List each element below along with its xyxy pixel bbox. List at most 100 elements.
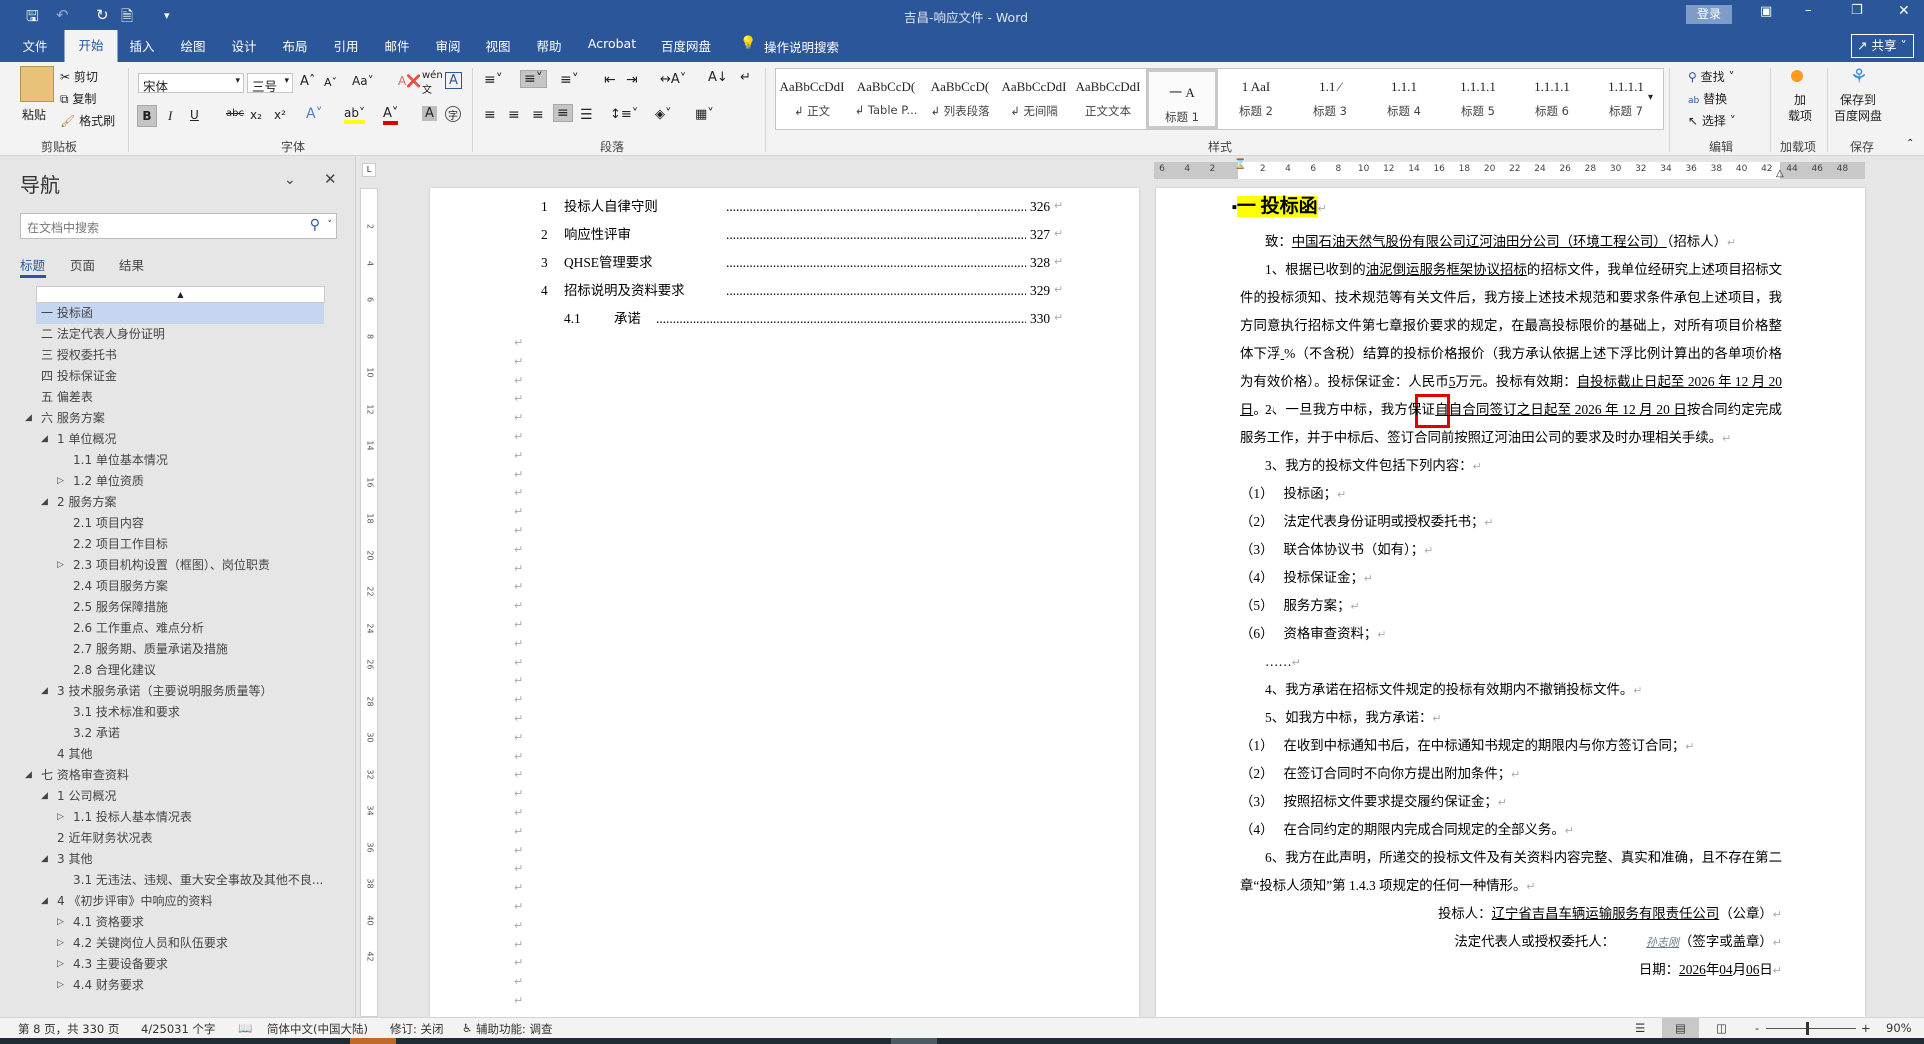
tab-7[interactable]: 邮件 bbox=[384, 36, 409, 55]
justify-icon[interactable]: ≡ bbox=[553, 104, 573, 122]
nav-heading-item[interactable]: 2.4 项目服务方案 bbox=[36, 576, 324, 597]
style-item[interactable]: 1.1.1.1 标题 6 bbox=[1516, 69, 1588, 129]
nav-heading-item[interactable]: 3.1 无违法、违规、重大安全事故及其他不良... bbox=[36, 870, 324, 891]
doc-paragraph[interactable]: 6、我方在此声明，所递交的投标文件及有关资料内容完整、真实和准确，且不存在第二章… bbox=[1240, 844, 1782, 901]
doc-paragraph[interactable]: （1） 在收到中标通知书后，在中标通知书规定的期限内与你方签订合同； bbox=[1240, 732, 1782, 761]
align-left-icon[interactable]: ≡ bbox=[484, 107, 496, 123]
doc-paragraph[interactable]: （6） 资格审查资料； bbox=[1240, 620, 1782, 649]
doc-paragraph[interactable]: （2） 法定代表身份证明或授权委托书； bbox=[1240, 508, 1782, 537]
tab-6[interactable]: 引用 bbox=[333, 36, 358, 55]
tab-11[interactable]: Acrobat bbox=[588, 36, 636, 51]
expanded-triangle-icon[interactable]: ◢ bbox=[25, 413, 32, 423]
font-color-icon[interactable]: A˅ bbox=[383, 106, 399, 125]
vertical-ruler[interactable]: 2 4 6 8 10 12 14 16 18 20 22 24 26 28 30 32 34 36 38 40 42 bbox=[360, 188, 378, 1017]
nav-heading-item[interactable]: 2.8 合理化建议 bbox=[36, 660, 324, 681]
toc-entry-title[interactable]: 招标说明及资料要求 bbox=[564, 281, 685, 301]
new-document-icon[interactable]: 🗎 bbox=[121, 6, 133, 31]
tab-1[interactable]: 开始 bbox=[64, 30, 118, 62]
word-count[interactable]: 4/25031 个字 bbox=[141, 1021, 215, 1037]
nav-heading-item[interactable]: 2.1 项目内容 bbox=[36, 513, 324, 534]
tab-10[interactable]: 帮助 bbox=[536, 36, 561, 55]
nav-heading-item[interactable]: 2.7 服务期、质量承诺及措施 bbox=[36, 639, 324, 660]
nav-heading-item[interactable]: 五 偏差表 bbox=[36, 387, 324, 408]
style-item[interactable]: AaBbCcDdI ↲ 正文 bbox=[776, 69, 848, 129]
login-button[interactable]: 登录 bbox=[1686, 5, 1732, 24]
zoom-in-button[interactable]: + bbox=[1861, 1021, 1871, 1035]
collapsed-triangle-icon[interactable]: ▷ bbox=[57, 938, 64, 948]
nav-heading-item[interactable]: 2.6 工作重点、难点分析 bbox=[36, 618, 324, 639]
text-effects-icon[interactable]: A˅ bbox=[306, 106, 323, 122]
change-case-icon[interactable]: Aa˅ bbox=[352, 74, 374, 88]
collapsed-triangle-icon[interactable]: ▷ bbox=[57, 980, 64, 990]
style-item[interactable]: 1 AaI 标题 2 bbox=[1220, 69, 1292, 129]
nav-heading-item[interactable]: 2 近年财务状况表 bbox=[36, 828, 324, 849]
tab-4[interactable]: 设计 bbox=[231, 36, 256, 55]
select-button[interactable]: ↖ 选择 ˅ bbox=[1688, 112, 1736, 129]
doc-paragraph[interactable]: （3） 联合体协议书（如有）； bbox=[1240, 536, 1782, 565]
expanded-triangle-icon[interactable]: ◢ bbox=[41, 434, 48, 444]
scroll-to-top-button[interactable]: ▲ bbox=[36, 286, 325, 303]
nav-heading-item[interactable]: 1 单位概况 bbox=[36, 429, 324, 450]
nav-heading-item[interactable]: 1 公司概况 bbox=[36, 786, 324, 807]
style-item[interactable]: AaBbCcDdI ↲ 无间隔 bbox=[998, 69, 1070, 129]
replace-button[interactable]: ab 替换 bbox=[1688, 90, 1727, 107]
expanded-triangle-icon[interactable]: ◢ bbox=[41, 686, 48, 696]
copy-button[interactable]: ⧉ 复制 bbox=[60, 90, 96, 107]
ribbon-display-options-icon[interactable]: ▣ bbox=[1760, 4, 1772, 19]
restore-icon[interactable]: ❐ bbox=[1851, 3, 1863, 18]
expanded-triangle-icon[interactable]: ◢ bbox=[41, 497, 48, 507]
phonetic-guide-icon[interactable]: wén 文 bbox=[422, 70, 443, 96]
style-item[interactable]: 1.1.1.1 标题 5 bbox=[1442, 69, 1514, 129]
chevron-down-icon[interactable]: ˅ bbox=[328, 220, 333, 230]
clear-formatting-icon[interactable]: A❌ bbox=[398, 74, 421, 88]
tell-me-search[interactable]: 操作说明搜索 bbox=[764, 37, 839, 56]
nav-heading-item[interactable]: 2.3 项目机构设置（框图）、岗位职责 bbox=[36, 555, 324, 576]
paste-icon[interactable] bbox=[20, 66, 54, 102]
doc-paragraph[interactable]: …… bbox=[1240, 648, 1782, 677]
enclose-characters-icon[interactable]: 字 bbox=[445, 106, 461, 122]
nav-tab-headings[interactable]: 标题 bbox=[20, 255, 45, 274]
sort-icon[interactable]: A↓ bbox=[708, 70, 728, 85]
horizontal-ruler[interactable]: ⌛ △ 6 4 2 2 4 6 8 10 12 14 16 18 20 22 24 26 28 30 32 34 36 3… bbox=[1154, 159, 1865, 179]
zoom-out-button[interactable]: - bbox=[1755, 1021, 1759, 1035]
character-border-icon[interactable]: A bbox=[445, 72, 462, 89]
style-item[interactable]: 一 A 标题 1 bbox=[1146, 69, 1218, 129]
nav-heading-item[interactable]: 4.2 关键岗位人员和队伍要求 bbox=[36, 933, 324, 954]
zoom-slider[interactable] bbox=[1766, 1028, 1856, 1029]
find-button[interactable]: ⚲ 查找 ˅ bbox=[1688, 68, 1734, 85]
align-right-icon[interactable]: ≡ bbox=[532, 107, 544, 123]
redo-icon[interactable]: ↻ bbox=[96, 6, 109, 24]
tab-2[interactable]: 插入 bbox=[129, 36, 154, 55]
superscript-button[interactable]: x² bbox=[274, 108, 286, 122]
style-item[interactable]: AaBbCcD(↲ 列表段落 bbox=[924, 69, 996, 129]
nav-heading-item[interactable]: 2.2 项目工作目标 bbox=[36, 534, 324, 555]
nav-heading-item[interactable]: 七 资格审查资料 bbox=[36, 765, 324, 786]
bullets-icon[interactable]: ≡˅ bbox=[484, 72, 503, 88]
doc-paragraph[interactable]: 5、如我方中标，我方承诺： bbox=[1240, 704, 1782, 733]
nav-heading-item[interactable]: 1.1 投标人基本情况表 bbox=[36, 807, 324, 828]
heading-toujiaohan[interactable]: ■一 投标函↵ bbox=[1232, 196, 1327, 217]
nav-heading-item[interactable]: 六 服务方案 bbox=[36, 408, 324, 429]
character-shading-icon[interactable]: A bbox=[422, 106, 437, 121]
doc-paragraph[interactable]: 4、我方承诺在招标文件规定的投标有效期内不撤销投标文件。 bbox=[1240, 676, 1782, 705]
nav-heading-item[interactable]: 3 其他 bbox=[36, 849, 324, 870]
font-name-select[interactable]: 宋体 ▾ bbox=[138, 73, 244, 94]
bold-button[interactable]: B bbox=[137, 105, 157, 127]
doc-paragraph[interactable]: 2、一旦我方中标，我方保证自自合同签订之日起至 2026 年 12 月 20 日… bbox=[1240, 396, 1782, 453]
nav-heading-item[interactable]: 2 服务方案 bbox=[36, 492, 324, 513]
addins-button[interactable]: 加 载项 bbox=[1788, 92, 1812, 124]
doc-paragraph[interactable]: 致：中国石油天然气股份有限公司辽河油田分公司（环境工程公司）（招标人） bbox=[1240, 228, 1782, 257]
proofing-icon[interactable]: 📖 bbox=[238, 1021, 252, 1035]
format-painter-button[interactable]: 🖌 格式刷 bbox=[60, 112, 115, 129]
collapsed-triangle-icon[interactable]: ▷ bbox=[57, 917, 64, 927]
nav-heading-item[interactable]: 3 技术服务承诺（主要说明服务质量等） bbox=[36, 681, 324, 702]
italic-button[interactable]: I bbox=[168, 108, 172, 124]
style-item[interactable]: AaBbCcD(↲ Table P... bbox=[850, 69, 922, 129]
expanded-triangle-icon[interactable]: ◢ bbox=[41, 896, 48, 906]
customize-icon[interactable]: ▾ bbox=[164, 9, 170, 22]
collapsed-triangle-icon[interactable]: ▷ bbox=[57, 959, 64, 969]
right-indent-marker[interactable]: △ bbox=[1776, 168, 1784, 179]
language-indicator[interactable]: 简体中文(中国大陆) bbox=[267, 1021, 368, 1037]
line-spacing-icon[interactable]: ↕≡˅ bbox=[610, 107, 638, 122]
tab-9[interactable]: 视图 bbox=[485, 36, 510, 55]
